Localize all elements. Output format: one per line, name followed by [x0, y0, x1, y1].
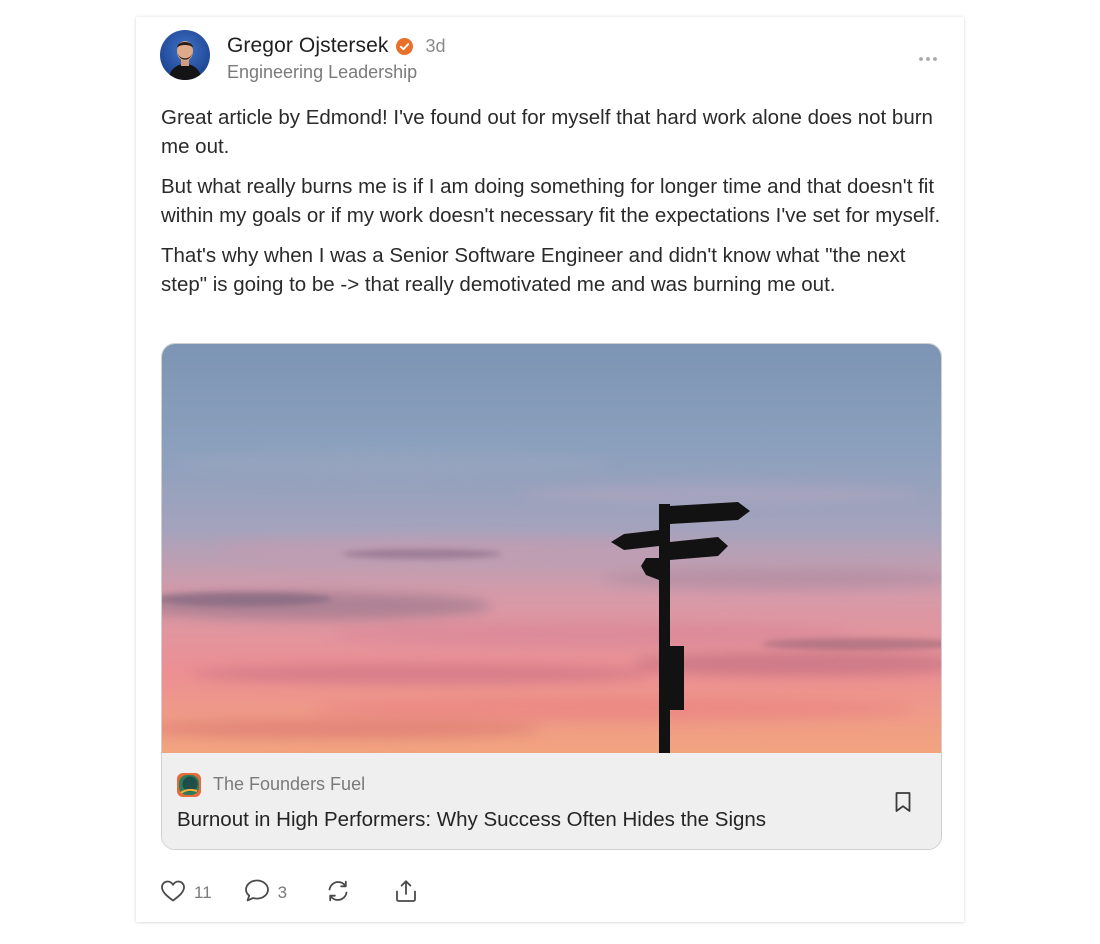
- article-meta: The Founders Fuel Burnout in High Perfor…: [162, 753, 941, 849]
- author-name[interactable]: Gregor Ojstersek: [227, 34, 388, 58]
- article-title[interactable]: Burnout in High Performers: Why Success …: [177, 808, 766, 832]
- post-timestamp[interactable]: 3d: [425, 36, 445, 57]
- heart-icon: [160, 879, 186, 908]
- author-avatar[interactable]: [160, 30, 210, 80]
- like-button[interactable]: 11: [160, 879, 212, 908]
- post-body: Great article by Edmond! I've found out …: [161, 103, 946, 310]
- more-options-icon[interactable]: [917, 52, 939, 64]
- note-card: Gregor Ojstersek 3d Engineering Leadersh…: [136, 17, 964, 922]
- restack-button[interactable]: [325, 878, 351, 909]
- verified-badge-icon: [396, 37, 414, 55]
- post-paragraph: That's why when I was a Senior Software …: [161, 244, 906, 296]
- share-button[interactable]: [393, 878, 419, 909]
- share-icon: [393, 878, 419, 909]
- restack-icon: [325, 878, 351, 909]
- comment-button[interactable]: 3: [244, 878, 287, 908]
- comment-count: 3: [277, 883, 288, 902]
- article-cover-image: [162, 344, 941, 753]
- action-bar: 11 3: [160, 879, 419, 907]
- like-count: 11: [194, 883, 212, 902]
- author-subtitle[interactable]: Engineering Leadership: [227, 62, 417, 83]
- bookmark-icon[interactable]: [893, 791, 913, 813]
- comment-bubble-icon: [244, 878, 270, 908]
- publication-logo-icon: [177, 773, 201, 797]
- publication-name: The Founders Fuel: [213, 774, 366, 794]
- post-paragraph: Great article by Edmond! I've found out …: [161, 106, 933, 158]
- embedded-article-card[interactable]: The Founders Fuel Burnout in High Perfor…: [161, 343, 942, 850]
- post-paragraph: But what really burns me is if I am doin…: [161, 175, 941, 227]
